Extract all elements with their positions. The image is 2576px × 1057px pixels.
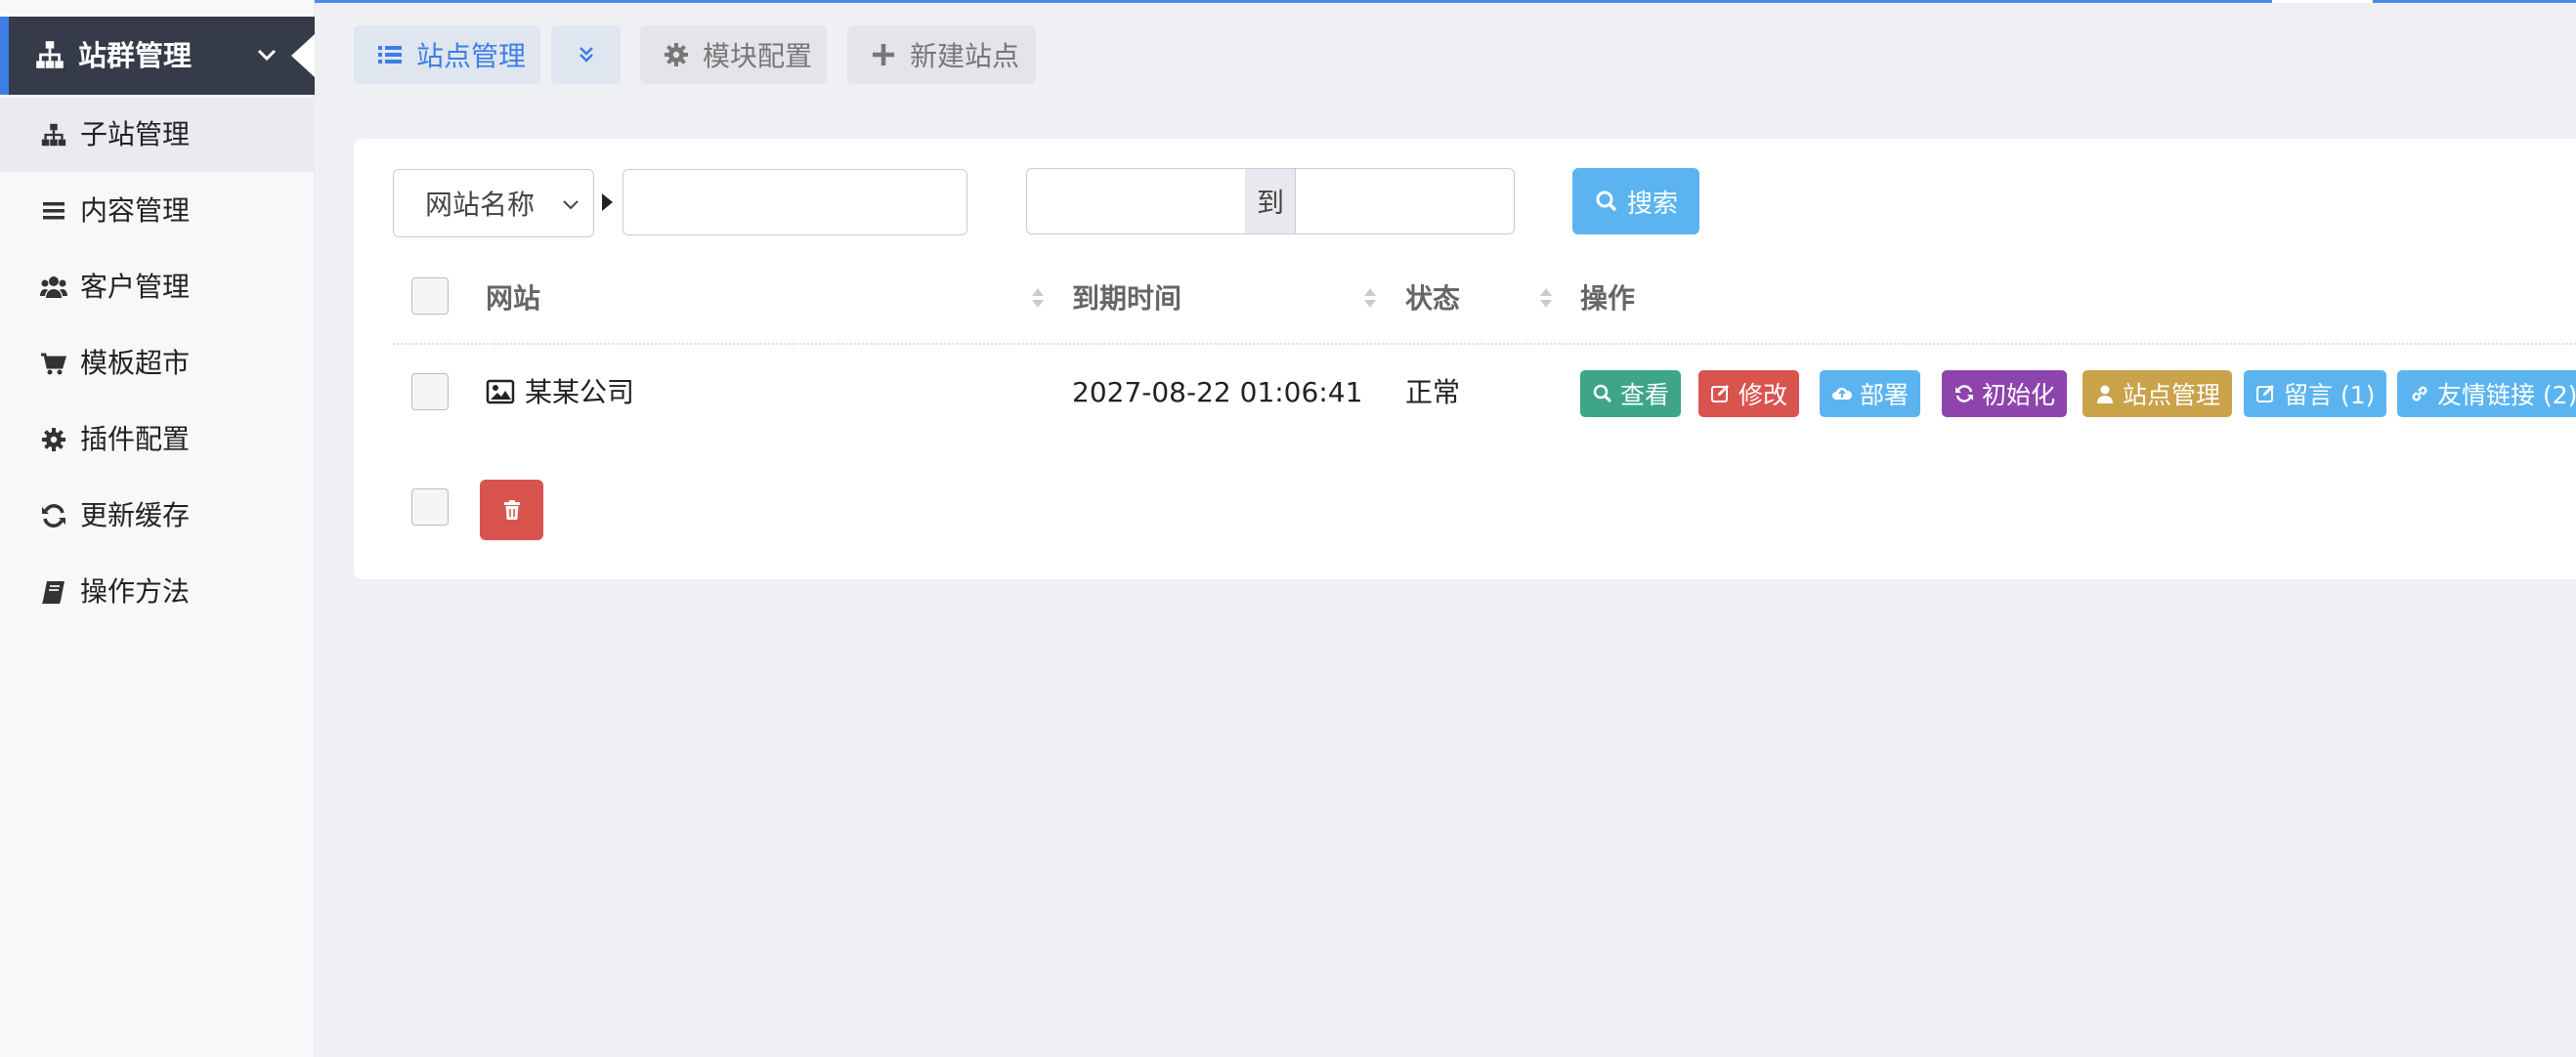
- messages-label: 留言 (1): [2284, 381, 2376, 409]
- expand-menu-button[interactable]: [551, 25, 621, 84]
- sidebar-item-label: 更新缓存: [80, 499, 191, 531]
- sidebar-header-label: 站群管理: [78, 39, 193, 72]
- top-progress-gap: [2272, 0, 2373, 3]
- deploy-label: 部署: [1860, 381, 1910, 409]
- edit-icon: [2256, 385, 2274, 402]
- trash-icon: [503, 500, 520, 520]
- date-range-separator: 到: [1245, 168, 1296, 234]
- link-icon: [2412, 386, 2427, 402]
- keyword-input[interactable]: [623, 169, 967, 235]
- bulk-delete-button[interactable]: [480, 480, 543, 540]
- deploy-button[interactable]: 部署: [1820, 370, 1921, 417]
- module-config-label: 模块配置: [703, 40, 813, 72]
- expire-time-cell: 2027-08-22 01:06:41: [1072, 376, 1363, 408]
- search-field-selected: 网站名称: [425, 189, 536, 221]
- sort-icon[interactable]: [1030, 283, 1046, 313]
- column-header-status: 状态: [1405, 282, 1461, 315]
- image-icon: [486, 379, 515, 404]
- init-label: 初始化: [1982, 381, 2056, 409]
- site-manage-button[interactable]: 站点管理: [354, 25, 540, 84]
- sidebar-item-customers[interactable]: 客户管理: [0, 250, 315, 324]
- sidebar-item-label: 子站管理: [80, 118, 191, 150]
- sidebar-item-label: 客户管理: [80, 271, 191, 303]
- sidebar-item-label: 内容管理: [80, 194, 191, 227]
- sidebar-item-refresh-cache[interactable]: 更新缓存: [0, 479, 315, 553]
- edit-label: 修改: [1739, 381, 1788, 409]
- chevron-down-icon[interactable]: [252, 40, 281, 69]
- list-icon: [43, 202, 64, 220]
- date-to-input[interactable]: [1295, 168, 1515, 234]
- init-button[interactable]: 初始化: [1942, 370, 2068, 417]
- search-field-select[interactable]: 网站名称: [393, 169, 594, 237]
- search-button[interactable]: 搜索: [1572, 168, 1699, 234]
- view-label: 查看: [1620, 381, 1670, 409]
- view-button[interactable]: 查看: [1580, 370, 1682, 417]
- sort-icon[interactable]: [1538, 283, 1554, 313]
- site-admin-label: 站点管理: [2123, 381, 2221, 409]
- sidebar-item-label: 插件配置: [80, 423, 191, 455]
- gear-icon: [665, 43, 688, 66]
- column-header-actions: 操作: [1580, 282, 1636, 315]
- date-from-input[interactable]: [1026, 168, 1246, 234]
- status-cell: 正常: [1405, 376, 1461, 408]
- top-progress-line: [0, 0, 2576, 3]
- chevron-down-icon: [563, 200, 579, 210]
- search-icon: [1596, 190, 1617, 212]
- cloud-upload-icon: [1832, 387, 1853, 400]
- site-name: 某某公司: [525, 376, 635, 408]
- gear-icon: [42, 428, 65, 451]
- messages-button[interactable]: 留言 (1): [2244, 370, 2387, 417]
- site-name-cell: 某某公司: [486, 373, 634, 412]
- sidebar-item-plugins[interactable]: 插件配置: [0, 402, 315, 477]
- friend-links-label: 友情链接 (2): [2437, 381, 2576, 409]
- sitemap-icon: [41, 123, 66, 147]
- sidebar-item-label: 模板超市: [80, 347, 191, 379]
- column-header-site: 网站: [486, 282, 541, 315]
- cart-icon: [41, 353, 67, 375]
- module-config-button[interactable]: 模块配置: [640, 25, 827, 84]
- sidebar-header-site-group[interactable]: 站群管理: [0, 17, 315, 95]
- list-icon: [378, 46, 402, 63]
- refresh-icon: [42, 504, 65, 528]
- plus-icon: [873, 44, 894, 65]
- new-site-label: 新建站点: [910, 40, 1020, 72]
- site-admin-button[interactable]: 站点管理: [2082, 370, 2233, 417]
- table-header-divider: [393, 343, 2576, 345]
- sidebar-item-content[interactable]: 内容管理: [0, 174, 315, 248]
- new-site-button[interactable]: 新建站点: [847, 25, 1036, 84]
- search-icon: [1593, 384, 1612, 403]
- bulk-select-checkbox[interactable]: [411, 488, 449, 526]
- sidebar-header-notch: [291, 34, 315, 77]
- users-icon: [40, 276, 67, 298]
- user-icon: [2097, 385, 2113, 403]
- sidebar-item-template-market[interactable]: 模板超市: [0, 326, 315, 401]
- site-manage-label: 站点管理: [416, 40, 527, 72]
- sidebar-item-label: 操作方法: [80, 575, 191, 608]
- sidebar-header-accent: [0, 17, 9, 95]
- caret-right-icon: [602, 193, 613, 211]
- sidebar-item-subsite[interactable]: 子站管理: [0, 98, 315, 172]
- book-icon: [42, 581, 64, 604]
- sort-icon[interactable]: [1362, 283, 1378, 313]
- select-all-checkbox[interactable]: [411, 277, 449, 315]
- edit-icon: [1711, 385, 1729, 402]
- refresh-icon: [1955, 385, 1973, 402]
- search-button-label: 搜索: [1626, 189, 1678, 219]
- double-chevron-down-icon: [579, 47, 593, 63]
- sidebar-item-howto[interactable]: 操作方法: [0, 555, 315, 629]
- edit-button[interactable]: 修改: [1698, 370, 1800, 417]
- sidebar: 站群管理 子站管理 内容管理 客户管理 模板超市 插件配置 更新缓存 操作方法: [0, 0, 315, 1057]
- sitemap-icon: [36, 41, 64, 68]
- friend-links-button[interactable]: 友情链接 (2): [2397, 370, 2576, 417]
- row-checkbox[interactable]: [411, 373, 449, 410]
- column-header-expire: 到期时间: [1072, 282, 1182, 315]
